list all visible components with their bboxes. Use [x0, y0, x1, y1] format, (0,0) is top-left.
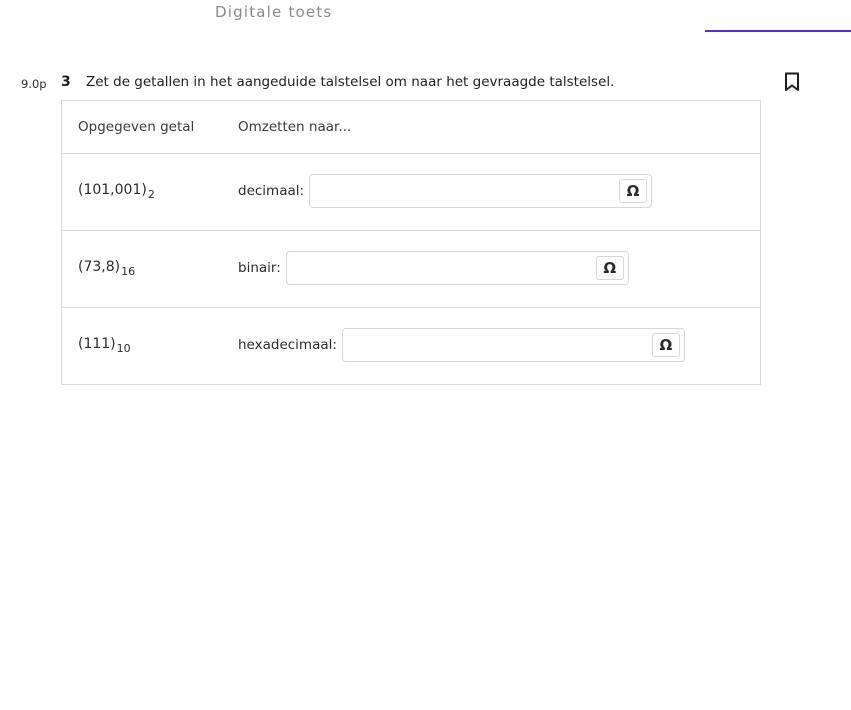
table-header-row: Opgegeven getal Omzetten naar...	[62, 101, 760, 153]
answer-group: binair: Ω	[238, 251, 629, 285]
table-row: (101,001)2 decimaal: Ω	[62, 153, 760, 230]
test-page: Digitale toets 9.0p 3 Zet de getallen in…	[0, 0, 851, 710]
answer-field-wrapper: Ω	[341, 328, 685, 362]
question-text: Zet de getallen in het aangeduide talste…	[86, 74, 615, 90]
question-number: 3	[61, 74, 71, 90]
number-base: 2	[147, 188, 155, 201]
active-tab-indicator	[705, 30, 851, 32]
answer-field-wrapper: Ω	[285, 251, 629, 285]
column-header-given: Opgegeven getal	[78, 119, 195, 135]
given-number: (111)10	[78, 336, 131, 355]
answer-input-hexadecimal[interactable]	[348, 333, 649, 359]
target-label: decimaal:	[238, 183, 305, 199]
special-characters-button[interactable]: Ω	[595, 256, 624, 280]
answer-field-wrapper: Ω	[309, 174, 653, 208]
given-number: (73,8)16	[78, 259, 136, 278]
answer-group: hexadecimaal: Ω	[238, 328, 685, 362]
special-characters-button[interactable]: Ω	[651, 333, 680, 357]
table-row: (73,8)16 binair: Ω	[62, 230, 760, 307]
given-number: (101,001)2	[78, 182, 155, 201]
number-base: 16	[121, 265, 136, 278]
answer-input-decimal[interactable]	[316, 179, 617, 205]
target-label: hexadecimaal:	[238, 337, 337, 353]
conversion-table: Opgegeven getal Omzetten naar... (101,00…	[61, 100, 761, 385]
bookmark-icon[interactable]	[783, 72, 801, 92]
answer-group: decimaal: Ω	[238, 174, 653, 208]
number-base: 10	[116, 342, 131, 355]
special-characters-button[interactable]: Ω	[619, 179, 648, 203]
table-row: (111)10 hexadecimaal: Ω	[62, 307, 760, 384]
question-points: 9.0p	[21, 77, 47, 91]
target-label: binair:	[238, 260, 281, 276]
page-title: Digitale toets	[215, 3, 333, 21]
column-header-target: Omzetten naar...	[238, 119, 352, 135]
answer-input-binary[interactable]	[292, 256, 593, 282]
